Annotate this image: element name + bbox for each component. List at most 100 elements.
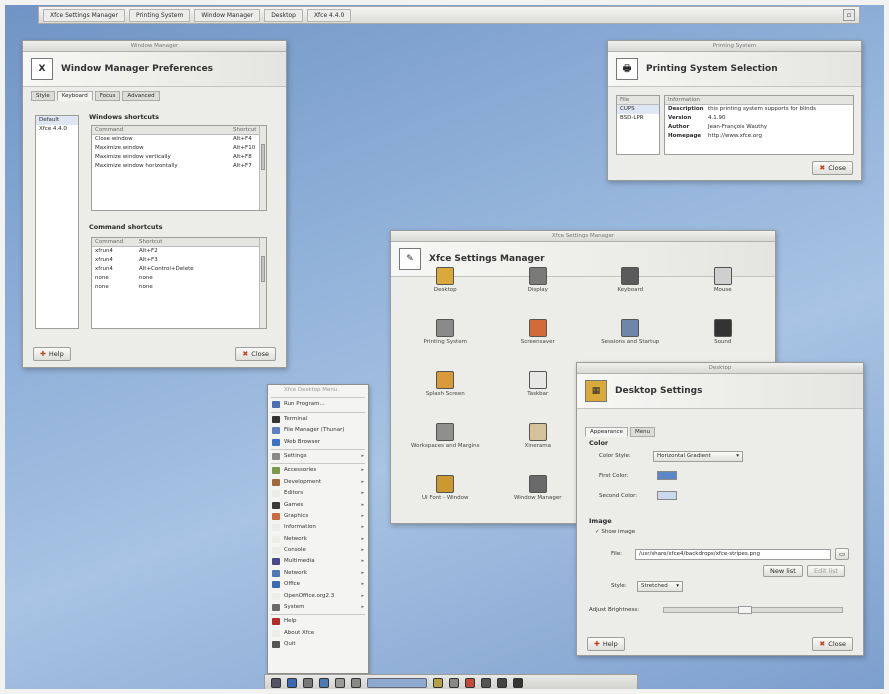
launcher-icon[interactable] — [351, 678, 361, 688]
settings-item[interactable]: Keyboard — [584, 267, 677, 311]
menu-item[interactable]: Information ▸ — [268, 522, 368, 533]
scrollbar[interactable] — [259, 126, 266, 210]
new-list-button[interactable]: New list — [763, 565, 803, 577]
menu-item[interactable]: Accessories ▸ — [268, 465, 368, 476]
settings-item[interactable]: Sound — [677, 319, 770, 363]
windows-shortcuts-table[interactable]: Command Shortcut Close window Alt+F4 Maxim… — [91, 125, 267, 211]
table-row[interactable]: xfrun4 Alt+F2 — [92, 247, 266, 256]
menu-item[interactable]: Settings ▸ — [268, 451, 368, 462]
menu-item[interactable]: Multimedia ▸ — [268, 556, 368, 567]
launcher-icon[interactable] — [465, 678, 475, 688]
settings-item[interactable]: Taskbar — [492, 371, 585, 415]
settings-item[interactable]: Desktop — [399, 267, 492, 311]
taskbar-button[interactable]: Printing System — [128, 8, 191, 22]
menu-item[interactable]: Graphics ▸ — [268, 511, 368, 522]
printing-system-list[interactable]: File CUPS BSD-LPR — [616, 95, 660, 155]
launcher-icon[interactable] — [497, 678, 507, 688]
taskbar-button[interactable]: Desktop — [264, 8, 303, 22]
launcher-icon[interactable] — [513, 678, 523, 688]
taskbar-button[interactable]: Window Manager — [194, 8, 261, 22]
first-color-button[interactable] — [657, 471, 677, 480]
launcher-icon[interactable] — [449, 678, 459, 688]
menu-item[interactable]: About Xfce — [268, 628, 368, 639]
table-row[interactable]: Maximize window vertically Alt+F8 — [92, 153, 266, 162]
launcher-icon[interactable] — [433, 678, 443, 688]
tray-icon[interactable]: ▫ — [843, 9, 855, 21]
table-row[interactable]: xfrun4 Alt+Control+Delete — [92, 265, 266, 274]
style-select[interactable]: Stretched ▾ — [637, 581, 683, 592]
table-row[interactable]: Maximize window horizontally Alt+F7 — [92, 162, 266, 171]
list-item[interactable]: Default — [36, 116, 78, 125]
launcher-icon[interactable] — [481, 678, 491, 688]
launcher-icon[interactable] — [303, 678, 313, 688]
help-button[interactable]: ✚ Help — [587, 637, 625, 651]
settings-item[interactable]: Splash Screen — [399, 371, 492, 415]
settings-item[interactable]: Display — [492, 267, 585, 311]
help-button[interactable]: ✚ Help — [33, 347, 71, 361]
window-titlebar[interactable]: Window Manager — [23, 41, 286, 52]
menu-item[interactable]: File Manager (Thunar) — [268, 425, 368, 436]
menu-item[interactable]: Office ▸ — [268, 579, 368, 590]
tab-keyboard[interactable]: Keyboard — [56, 91, 93, 101]
launcher-icon[interactable] — [335, 678, 345, 688]
menu-item[interactable]: OpenOffice.org2.3 ▸ — [268, 591, 368, 602]
command-shortcuts-table[interactable]: Command Shortcut xfrun4 Alt+F2 xfrun4 Alt+F… — [91, 237, 267, 329]
table-row[interactable]: Close window Alt+F4 — [92, 135, 266, 144]
browse-button[interactable]: ▭ — [835, 548, 850, 560]
taskbar-button[interactable]: Xfce Settings Manager — [43, 8, 125, 22]
scrollbar[interactable] — [259, 238, 266, 328]
tab-advanced[interactable]: Advanced — [122, 91, 160, 101]
settings-item[interactable]: Screensaver — [492, 319, 585, 363]
color-style-select[interactable]: Horizontal Gradient ▾ — [653, 451, 743, 462]
menu-item[interactable]: Development ▸ — [268, 477, 368, 488]
table-row[interactable]: none none — [92, 274, 266, 283]
settings-item[interactable]: Window Manager — [492, 475, 585, 519]
menu-item[interactable]: Help — [268, 616, 368, 627]
second-color-button[interactable] — [657, 491, 677, 500]
menu-item[interactable]: Quit — [268, 639, 368, 650]
brightness-slider[interactable] — [663, 607, 843, 613]
brightness-slider-handle[interactable] — [737, 606, 752, 614]
close-button[interactable]: ✖ Close — [812, 637, 853, 651]
file-path-field[interactable]: /usr/share/xfce4/backdrops/xfce-stripes.… — [635, 549, 831, 560]
settings-item[interactable]: UI Font - Window — [399, 475, 492, 519]
list-item[interactable]: CUPS — [617, 105, 659, 114]
settings-item[interactable]: Xinerama — [492, 423, 585, 467]
menu-item[interactable]: Network ▸ — [268, 534, 368, 545]
tab-style[interactable]: Style — [31, 91, 55, 101]
settings-item-label: Mouse — [713, 287, 732, 293]
window-titlebar[interactable]: Desktop — [577, 363, 863, 374]
list-item[interactable]: Xfce 4.4.0 — [36, 125, 78, 134]
pager-icon[interactable] — [367, 678, 427, 688]
table-row[interactable]: xfrun4 Alt+F3 — [92, 256, 266, 265]
menu-item[interactable]: Web Browser — [268, 437, 368, 448]
table-row[interactable]: none none — [92, 283, 266, 292]
tab-focus[interactable]: Focus — [94, 91, 121, 101]
settings-item[interactable]: Mouse — [677, 267, 770, 311]
launcher-icon[interactable] — [319, 678, 329, 688]
menu-item[interactable]: Run Program... — [268, 399, 368, 410]
close-button[interactable]: ✖ Close — [235, 347, 276, 361]
edit-list-button[interactable]: Edit list — [807, 565, 846, 577]
table-row[interactable]: Maximize window Alt+F10 — [92, 144, 266, 153]
menu-item[interactable]: Console ▸ — [268, 545, 368, 556]
window-titlebar[interactable]: Printing System — [608, 41, 861, 52]
tab-menu[interactable]: Menu — [630, 427, 656, 437]
launcher-icon[interactable] — [271, 678, 281, 688]
menu-item[interactable]: Games ▸ — [268, 500, 368, 511]
menu-item[interactable]: System ▸ — [268, 602, 368, 613]
show-image-checkbox[interactable]: ✓ Show image — [595, 529, 635, 535]
settings-item[interactable]: Printing System — [399, 319, 492, 363]
menu-item[interactable]: Network ▸ — [268, 568, 368, 579]
menu-item[interactable]: Editors ▸ — [268, 488, 368, 499]
theme-list[interactable]: Default Xfce 4.4.0 — [35, 115, 79, 329]
tab-appearance[interactable]: Appearance — [585, 427, 629, 437]
taskbar-button[interactable]: Xfce 4.4.0 — [306, 8, 352, 22]
menu-item[interactable]: Terminal — [268, 414, 368, 425]
settings-item[interactable]: Sessions and Startup — [584, 319, 677, 363]
window-titlebar[interactable]: Xfce Settings Manager — [391, 231, 775, 242]
close-button[interactable]: ✖ Close — [812, 161, 853, 175]
settings-item[interactable]: Workspaces and Margins — [399, 423, 492, 467]
launcher-icon[interactable] — [287, 678, 297, 688]
list-item[interactable]: BSD-LPR — [617, 114, 659, 123]
